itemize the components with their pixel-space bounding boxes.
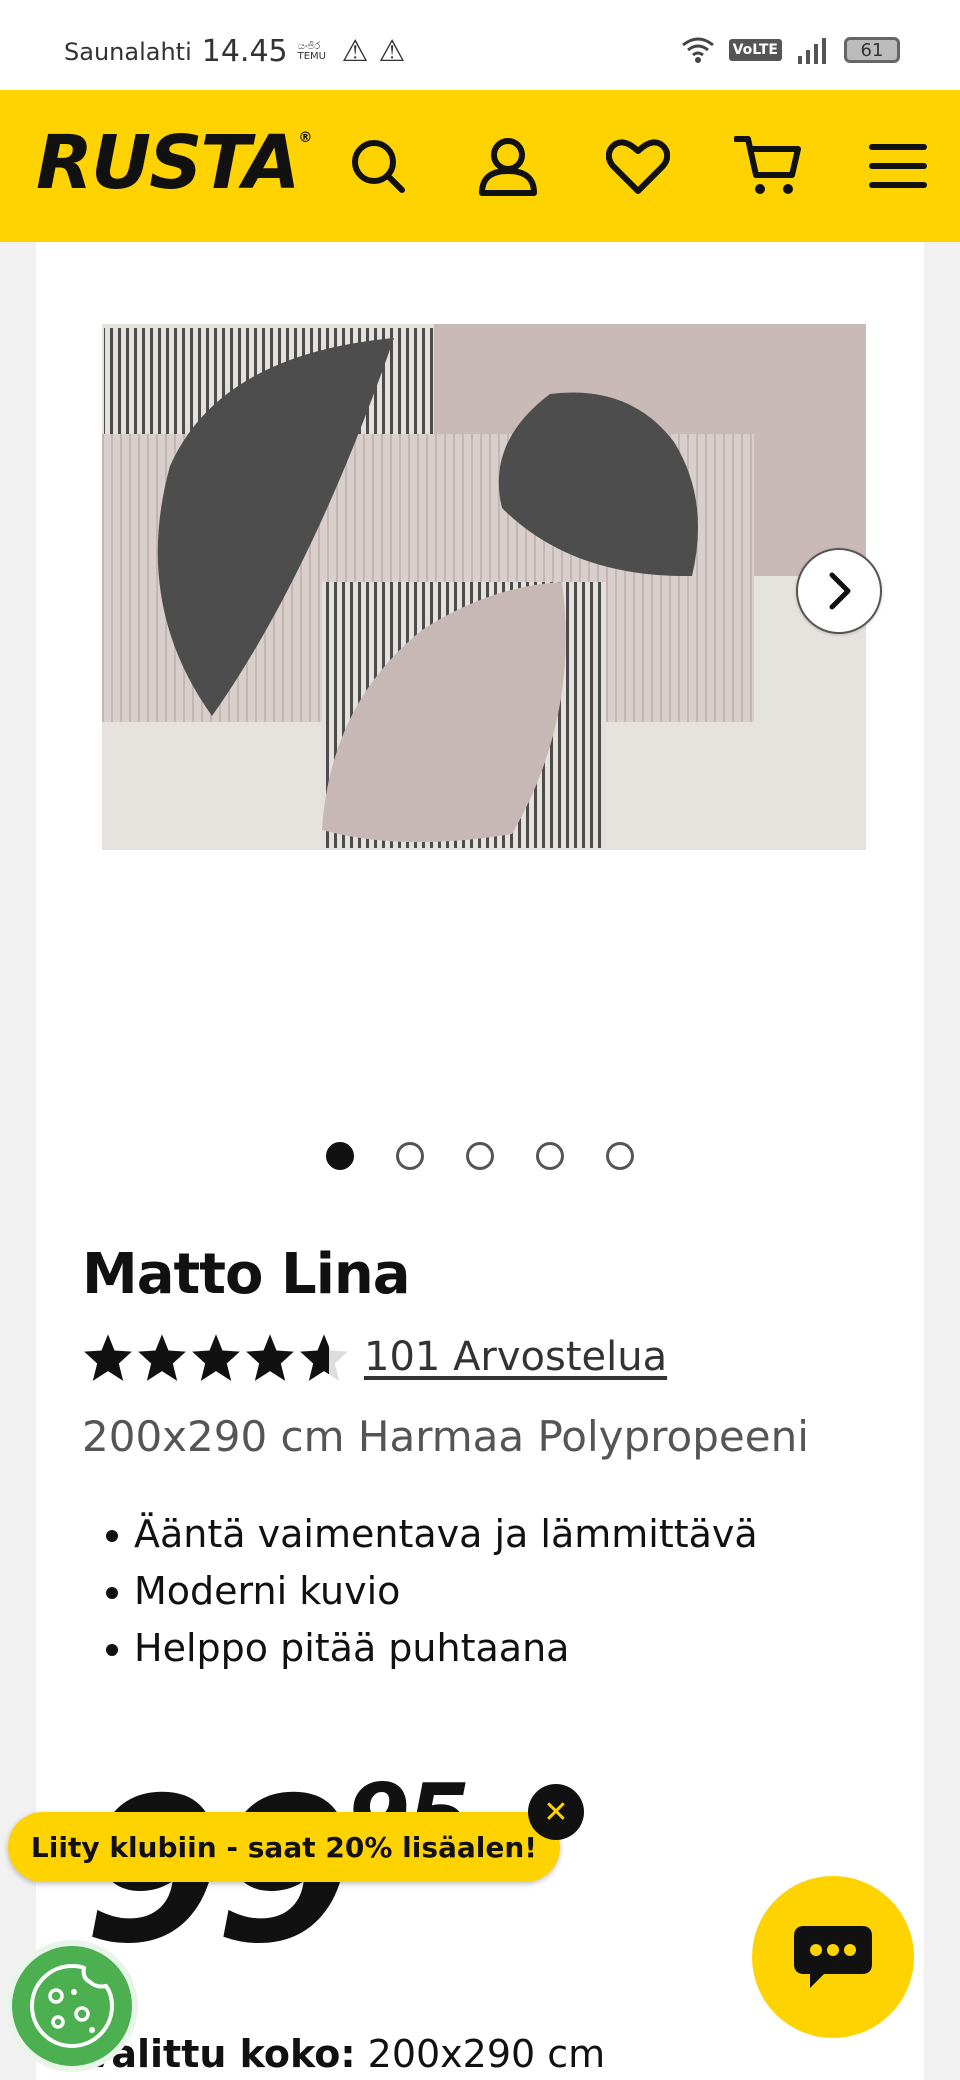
registered-mark: ® bbox=[298, 130, 312, 146]
gallery-pagination bbox=[326, 1142, 634, 1170]
next-image-button[interactable] bbox=[796, 548, 882, 634]
wishlist-heart-icon bbox=[606, 139, 670, 194]
gallery-dot[interactable] bbox=[396, 1142, 424, 1170]
star-icon bbox=[192, 1334, 240, 1381]
star-icon bbox=[84, 1334, 132, 1381]
gallery-dot[interactable] bbox=[536, 1142, 564, 1170]
clock: 14.45 bbox=[201, 34, 288, 69]
product-card: Matto Lina 101 Arvostelua 200x290 cm Har… bbox=[36, 242, 924, 2080]
cart-icon bbox=[734, 136, 801, 194]
search-button[interactable] bbox=[338, 126, 418, 206]
cart-button[interactable] bbox=[728, 126, 808, 206]
signal-icon bbox=[798, 38, 826, 64]
notification-labels: යංජිර TEMU bbox=[297, 41, 332, 62]
rusta-logo[interactable]: RUSTA® bbox=[36, 120, 312, 206]
search-icon bbox=[352, 140, 405, 193]
close-promo-button[interactable]: ✕ bbox=[528, 1784, 584, 1840]
account-button[interactable] bbox=[468, 126, 548, 206]
star-rating bbox=[82, 1332, 350, 1382]
selected-size: Valittu koko: 200x290 cm bbox=[84, 2032, 605, 2076]
volte-badge: VoLTE bbox=[728, 39, 782, 61]
wishlist-button[interactable] bbox=[598, 126, 678, 206]
chevron-right-icon bbox=[829, 572, 851, 610]
status-bar: Saunalahti 14.45 යංජිර TEMU ⚠ ⚠ VoLTE 61 bbox=[0, 0, 960, 90]
feature-item: Moderni kuvio bbox=[106, 1563, 758, 1620]
product-image[interactable] bbox=[102, 324, 866, 850]
logo-text: RUSTA bbox=[36, 120, 300, 206]
star-icon bbox=[246, 1334, 294, 1381]
selected-size-value: 200x290 cm bbox=[367, 2032, 606, 2076]
club-promo-banner[interactable]: Liity klubiin - saat 20% lisäalen! bbox=[8, 1812, 560, 1882]
battery-icon: 61 bbox=[844, 37, 900, 63]
gallery-dot[interactable] bbox=[606, 1142, 634, 1170]
star-icon bbox=[138, 1334, 186, 1381]
cookie-settings-button[interactable] bbox=[6, 1940, 138, 2072]
site-header: RUSTA® bbox=[0, 90, 960, 242]
cookie-icon bbox=[30, 1963, 115, 2048]
feature-item: Ääntä vaimentava ja lämmittävä bbox=[106, 1506, 758, 1563]
menu-button[interactable] bbox=[858, 126, 938, 206]
account-icon bbox=[479, 138, 537, 196]
product-rating: 101 Arvostelua bbox=[82, 1332, 667, 1382]
feature-item: Helppo pitää puhtaana bbox=[106, 1620, 758, 1677]
gallery-dot[interactable] bbox=[326, 1142, 354, 1170]
chat-bubble-icon bbox=[794, 1926, 872, 1988]
notification-label-2: TEMU bbox=[297, 50, 326, 62]
product-title: Matto Lina bbox=[82, 1242, 411, 1307]
product-variant-description: 200x290 cm Harmaa Polypropeeni bbox=[82, 1412, 809, 1461]
chat-button[interactable] bbox=[752, 1876, 914, 2038]
wifi-icon bbox=[681, 37, 714, 63]
menu-icon bbox=[869, 144, 927, 188]
partial-star-icon bbox=[300, 1334, 348, 1381]
warning-icon: ⚠ bbox=[341, 33, 369, 69]
gallery-dot[interactable] bbox=[466, 1142, 494, 1170]
feature-list: Ääntä vaimentava ja lämmittävä Moderni k… bbox=[106, 1506, 758, 1677]
warning-icon: ⚠ bbox=[378, 33, 406, 69]
carrier-name: Saunalahti bbox=[64, 37, 192, 66]
reviews-link[interactable]: 101 Arvostelua bbox=[364, 1334, 667, 1380]
